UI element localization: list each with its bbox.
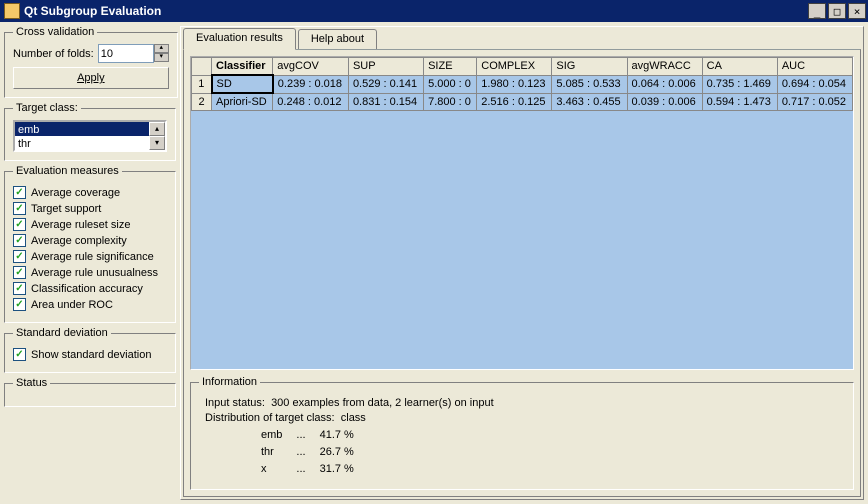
table-cell[interactable]: 0.039 : 0.006	[627, 93, 702, 111]
cross-validation-group: Cross validation Number of folds: ▴ ▾ Ap…	[4, 26, 178, 98]
measure-checkbox[interactable]: ✓	[13, 250, 26, 263]
distribution-table: emb...41.7 %thr...26.7 %x...31.7 %	[259, 426, 368, 479]
column-header[interactable]: avgWRACC	[627, 58, 702, 76]
scroll-down-icon[interactable]: ▾	[149, 136, 165, 150]
table-cell[interactable]: 1.980 : 0.123	[477, 75, 552, 93]
stddev-checkbox[interactable]: ✓	[13, 348, 26, 361]
measure-checkbox[interactable]: ✓	[13, 218, 26, 231]
table-cell[interactable]: SD	[212, 75, 273, 93]
dist-label: Distribution of target class:	[205, 412, 335, 424]
dist-pct: 31.7 %	[320, 462, 366, 477]
stddev-group: Standard deviation ✓ Show standard devia…	[4, 327, 176, 373]
target-class-group: Target class: emb thr ▴ ▾	[4, 102, 176, 161]
tab-help[interactable]: Help about	[298, 29, 377, 49]
tab-results[interactable]: Evaluation results	[183, 28, 296, 50]
table-row: 2Apriori-SD0.248 : 0.0120.831 : 0.1547.8…	[192, 93, 853, 111]
status-legend: Status	[13, 377, 50, 389]
measure-label: Average rule significance	[31, 251, 154, 263]
measure-checkbox[interactable]: ✓	[13, 186, 26, 199]
table-cell[interactable]: 0.248 : 0.012	[273, 93, 349, 111]
table-row: 1SD0.239 : 0.0180.529 : 0.1415.000 : 01.…	[192, 75, 853, 93]
measure-checkbox[interactable]: ✓	[13, 202, 26, 215]
input-status-label: Input status:	[205, 397, 265, 409]
measure-label: Target support	[31, 203, 101, 215]
table-cell[interactable]: 0.529 : 0.141	[348, 75, 423, 93]
measure-label: Average complexity	[31, 235, 127, 247]
measure-label: Average coverage	[31, 187, 120, 199]
dist-pct: 26.7 %	[320, 445, 366, 460]
cross-validation-legend: Cross validation	[13, 26, 97, 38]
table-cell[interactable]: 0.831 : 0.154	[348, 93, 423, 111]
folds-label: Number of folds:	[13, 48, 94, 60]
column-header[interactable]: COMPLEX	[477, 58, 552, 76]
column-header[interactable]: SIG	[552, 58, 627, 76]
dist-name: x	[261, 462, 294, 477]
stddev-label: Show standard deviation	[31, 349, 151, 361]
folds-input[interactable]	[98, 44, 154, 63]
target-class-list[interactable]: emb thr ▴ ▾	[13, 120, 167, 152]
column-header[interactable]: Classifier	[212, 58, 273, 76]
status-group: Status	[4, 377, 176, 407]
folds-spin-up[interactable]: ▴	[154, 44, 169, 53]
table-cell[interactable]: Apriori-SD	[212, 93, 273, 111]
measure-label: Average ruleset size	[31, 219, 130, 231]
results-table: ClassifieravgCOVSUPSIZECOMPLEXSIGavgWRAC…	[191, 57, 853, 111]
measure-checkbox[interactable]: ✓	[13, 298, 26, 311]
column-header[interactable]: AUC	[777, 58, 852, 76]
table-cell[interactable]: 0.735 : 1.469	[702, 75, 777, 93]
dist-name: emb	[261, 428, 294, 443]
measure-checkbox[interactable]: ✓	[13, 266, 26, 279]
input-status-value: 300 examples from data, 2 learner(s) on …	[271, 397, 494, 409]
column-header[interactable]: SUP	[348, 58, 423, 76]
row-number[interactable]: 2	[192, 93, 212, 111]
table-cell[interactable]: 5.085 : 0.533	[552, 75, 627, 93]
table-cell[interactable]: 2.516 : 0.125	[477, 93, 552, 111]
measure-label: Classification accuracy	[31, 283, 143, 295]
table-cell[interactable]: 0.694 : 0.054	[777, 75, 852, 93]
measure-label: Area under ROC	[31, 299, 113, 311]
stddev-legend: Standard deviation	[13, 327, 111, 339]
column-header[interactable]: SIZE	[424, 58, 477, 76]
app-icon	[4, 3, 20, 19]
list-scrollbar[interactable]: ▴ ▾	[149, 122, 165, 150]
close-button[interactable]: ×	[848, 3, 866, 19]
measure-label: Average rule unusualness	[31, 267, 158, 279]
table-cell[interactable]: 7.800 : 0	[424, 93, 477, 111]
measures-legend: Evaluation measures	[13, 165, 122, 177]
table-cell[interactable]: 0.594 : 1.473	[702, 93, 777, 111]
window-title: Qt Subgroup Evaluation	[24, 4, 808, 18]
minimize-button[interactable]: _	[808, 3, 826, 19]
results-table-wrap: ClassifieravgCOVSUPSIZECOMPLEXSIGavgWRAC…	[190, 56, 854, 370]
row-number[interactable]: 1	[192, 75, 212, 93]
measure-checkbox[interactable]: ✓	[13, 282, 26, 295]
table-cell[interactable]: 0.064 : 0.006	[627, 75, 702, 93]
table-cell[interactable]: 0.239 : 0.018	[273, 75, 349, 93]
dist-name: thr	[261, 445, 294, 460]
table-cell[interactable]: 5.000 : 0	[424, 75, 477, 93]
target-class-legend: Target class:	[13, 102, 81, 114]
list-item[interactable]: thr	[15, 136, 149, 150]
column-header[interactable]: CA	[702, 58, 777, 76]
folds-spin-down[interactable]: ▾	[154, 53, 169, 62]
table-cell[interactable]: 0.717 : 0.052	[777, 93, 852, 111]
measure-checkbox[interactable]: ✓	[13, 234, 26, 247]
maximize-button[interactable]: □	[828, 3, 846, 19]
measures-group: Evaluation measures ✓ Average coverage ✓ Ta…	[4, 165, 176, 323]
list-item[interactable]: emb	[15, 122, 149, 136]
dist-target: class	[341, 412, 366, 424]
table-corner	[192, 58, 212, 76]
information-legend: Information	[199, 376, 260, 388]
apply-button[interactable]: Apply	[13, 67, 169, 89]
column-header[interactable]: avgCOV	[273, 58, 349, 76]
scroll-up-icon[interactable]: ▴	[149, 122, 165, 136]
information-group: Information Input status: 300 examples f…	[190, 376, 854, 490]
dist-pct: 41.7 %	[320, 428, 366, 443]
table-cell[interactable]: 3.463 : 0.455	[552, 93, 627, 111]
